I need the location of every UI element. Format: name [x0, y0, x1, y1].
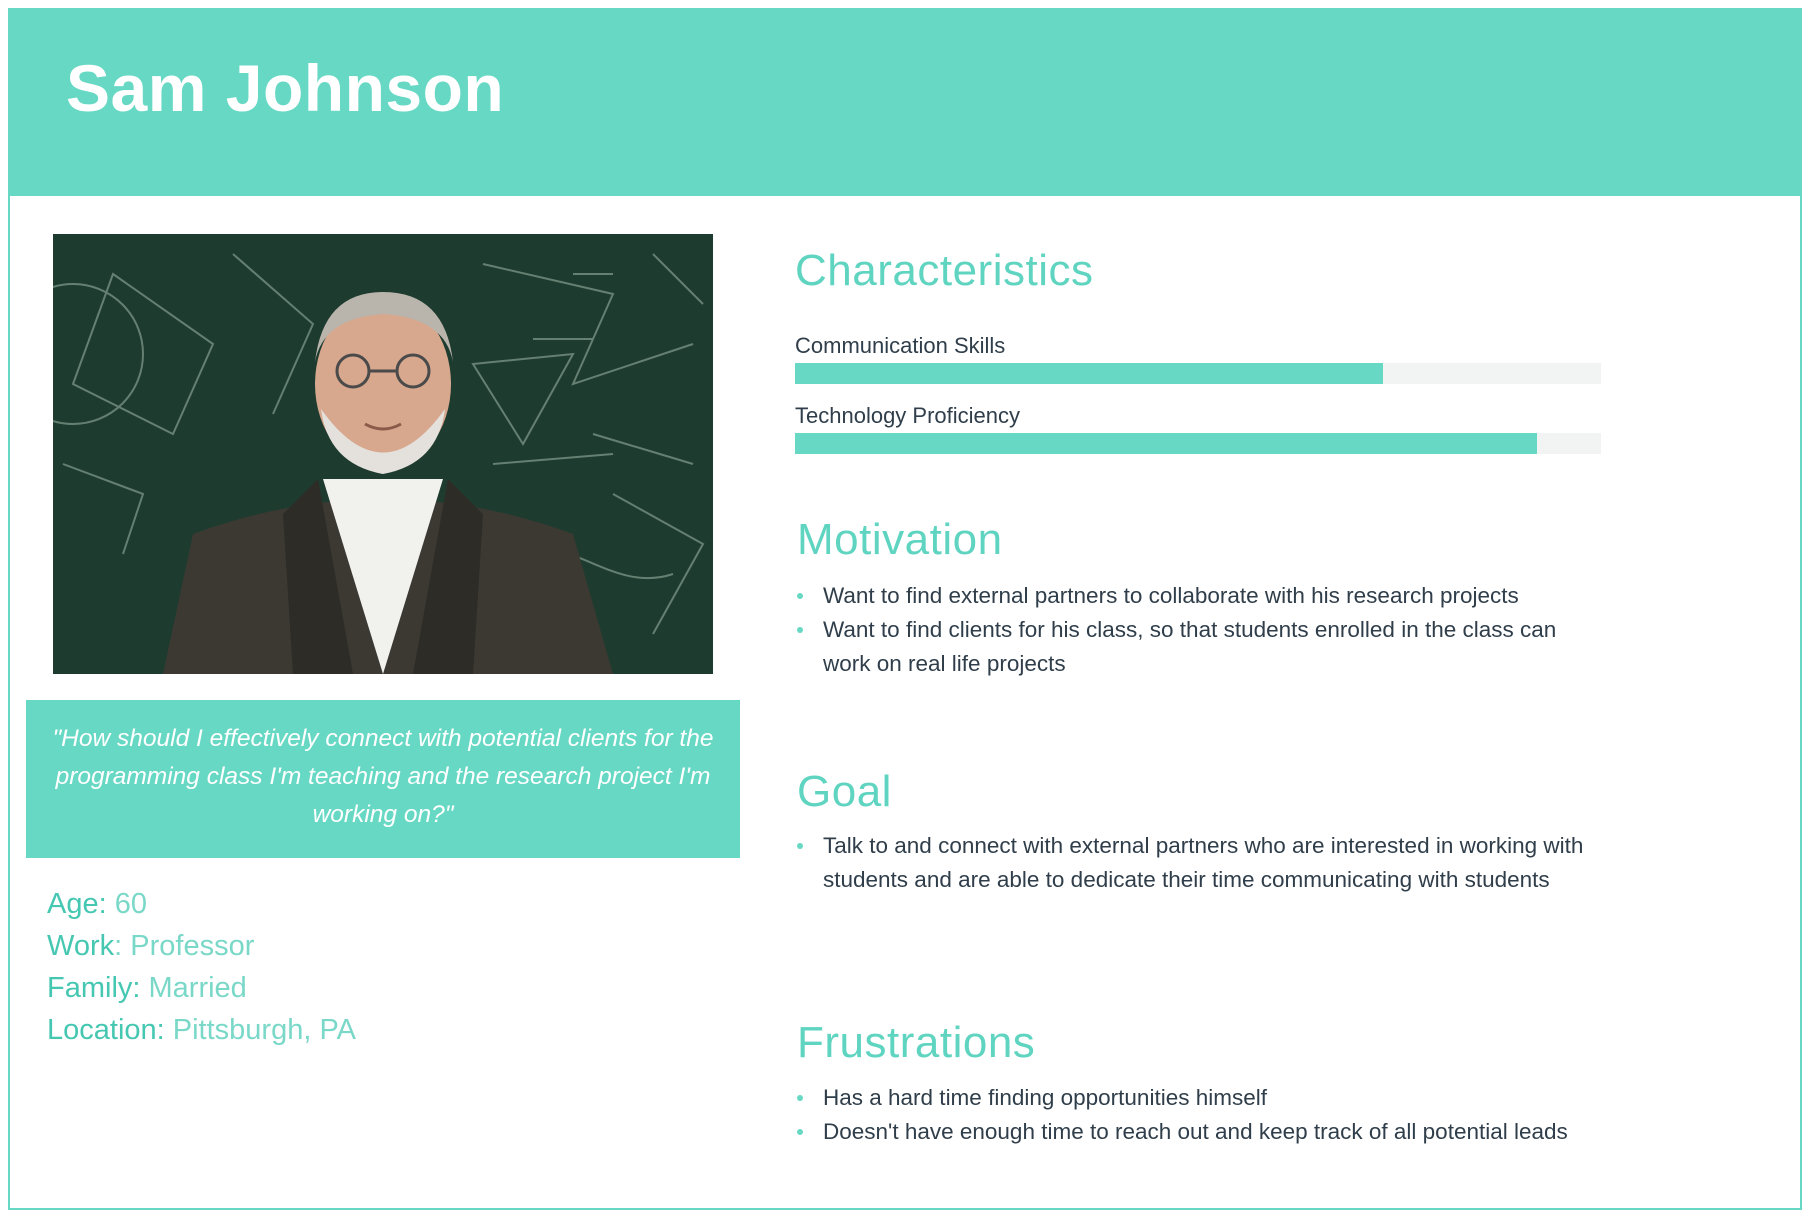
- goal-list: Talk to and connect with external partne…: [797, 829, 1597, 897]
- demographic-key: Age:: [47, 888, 107, 920]
- frustrations-title: Frustrations: [797, 1018, 1036, 1067]
- demographic-age: Age: 60: [47, 883, 356, 925]
- skill-bar-track: [795, 433, 1601, 454]
- persona-photo: [53, 234, 713, 674]
- list-item: Has a hard time finding opportunities hi…: [797, 1081, 1597, 1115]
- persona-card: Sam Johnson "How should I effectively co…: [8, 8, 1802, 1210]
- goal-title: Goal: [797, 767, 892, 816]
- skill-bar-fill: [795, 363, 1384, 384]
- skill-label: Technology Proficiency: [795, 403, 1021, 428]
- demographic-key: Family:: [47, 972, 141, 1004]
- list-item: Talk to and connect with external partne…: [797, 829, 1597, 897]
- demographic-value: : Professor: [114, 930, 255, 962]
- skill-bar-track: [795, 363, 1601, 384]
- demographic-value: 60: [106, 888, 147, 920]
- skill-bar-fill: [795, 433, 1537, 454]
- motivation-list: Want to find external partners to collab…: [797, 579, 1597, 681]
- demographic-value: Pittsburgh, PA: [164, 1014, 356, 1046]
- list-item: Doesn't have enough time to reach out an…: [797, 1115, 1597, 1149]
- demographic-key: Location:: [47, 1014, 165, 1046]
- demographics: Age: 60 Work: Professor Family: Married …: [47, 883, 356, 1051]
- demographic-work: Work: Professor: [47, 925, 356, 967]
- demographic-value: Married: [140, 972, 247, 1004]
- persona-name: Sam Johnson: [66, 51, 505, 125]
- characteristics-title: Characteristics: [795, 246, 1094, 295]
- demographic-key: Work: [47, 930, 115, 962]
- demographic-location: Location: Pittsburgh, PA: [47, 1009, 356, 1051]
- quote-box: "How should I effectively connect with p…: [26, 700, 740, 858]
- list-item: Want to find external partners to collab…: [797, 579, 1597, 613]
- persona-header: Sam Johnson: [10, 10, 1800, 196]
- list-item: Want to find clients for his class, so t…: [797, 613, 1597, 681]
- skill-label: Communication Skills: [795, 333, 1006, 358]
- persona-quote: "How should I effectively connect with p…: [52, 725, 714, 828]
- frustrations-list: Has a hard time finding opportunities hi…: [797, 1081, 1597, 1149]
- demographic-family: Family: Married: [47, 967, 356, 1009]
- motivation-title: Motivation: [797, 515, 1003, 564]
